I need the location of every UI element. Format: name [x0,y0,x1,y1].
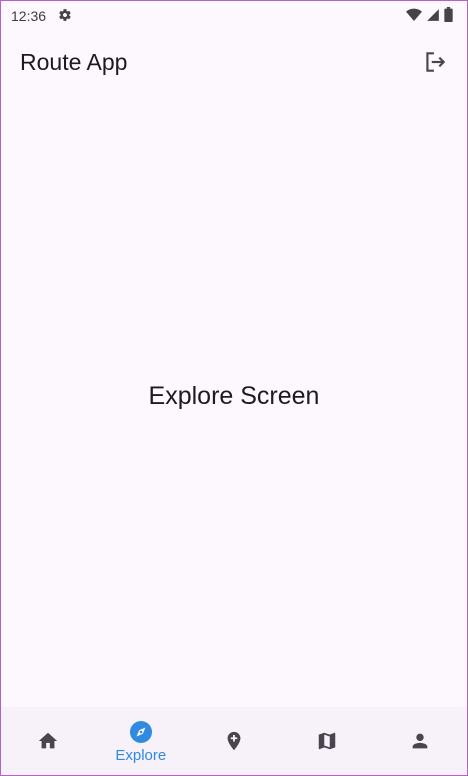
app-bar: Route App [1,31,467,93]
app-title: Route App [20,48,128,75]
home-icon [38,732,57,749]
bottom-navigation: Explore [1,707,467,775]
nav-label-explore: Explore [115,747,167,764]
nav-item-profile[interactable] [374,707,467,775]
status-time: 12:36 [11,8,47,24]
nav-item-explore[interactable]: Explore [94,707,187,775]
logout-button[interactable] [417,44,453,80]
nav-item-home[interactable] [1,707,94,775]
nav-item-add-location[interactable] [187,707,280,775]
status-bar: 12:36 [1,1,467,31]
settings-icon [58,8,72,25]
status-left: 12:36 [11,8,72,25]
signal-icon [426,8,440,25]
logout-icon [426,52,446,72]
wifi-icon [406,8,422,25]
status-right [406,7,453,25]
phone-screen: 12:36 Route App Explore Screen Explore [0,0,468,776]
nav-item-map[interactable] [281,707,374,775]
screen-label: Explore Screen [148,382,320,410]
add-location-icon [227,731,241,751]
main-content: Explore Screen [1,93,467,708]
person-icon [413,733,428,749]
battery-icon [444,7,453,25]
map-icon [318,732,336,750]
compass-icon [129,721,152,743]
